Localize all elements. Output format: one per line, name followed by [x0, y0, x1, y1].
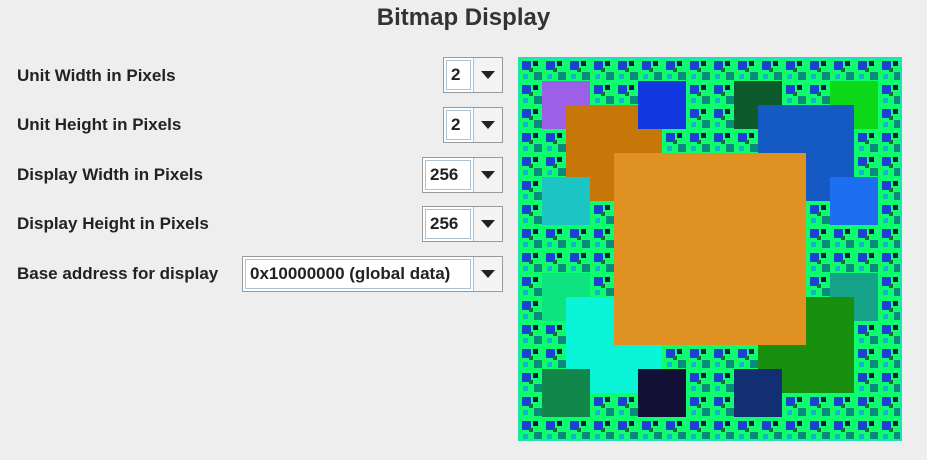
base-address-value: 0x10000000 (global data)	[245, 259, 471, 289]
display-width-label: Display Width in Pixels	[17, 165, 203, 184]
unit-width-value: 2	[446, 60, 471, 90]
chevron-down-icon[interactable]	[473, 257, 502, 291]
bitmap-square	[638, 369, 686, 417]
bitmap-image	[520, 59, 900, 439]
bitmap-square	[542, 369, 590, 417]
unit-height-select[interactable]: 2	[443, 107, 503, 143]
unit-height-label: Unit Height in Pixels	[17, 115, 182, 134]
chevron-down-icon[interactable]	[473, 108, 502, 142]
display-width-value: 256	[425, 160, 471, 190]
display-width-select[interactable]: 256	[422, 157, 503, 193]
chevron-down-icon[interactable]	[473, 158, 502, 192]
bitmap-square	[830, 177, 878, 225]
chevron-down-icon[interactable]	[473, 207, 502, 241]
bitmap-canvas	[518, 57, 902, 441]
bitmap-square	[614, 153, 806, 345]
base-address-label: Base address for display	[17, 264, 219, 283]
bitmap-square	[734, 369, 782, 417]
display-height-value: 256	[425, 209, 471, 239]
chevron-down-icon[interactable]	[473, 58, 502, 92]
base-address-select[interactable]: 0x10000000 (global data)	[242, 256, 503, 292]
unit-width-label: Unit Width in Pixels	[17, 66, 176, 85]
display-height-select[interactable]: 256	[422, 206, 503, 242]
panel-title: Bitmap Display	[376, 4, 551, 31]
bitmap-square	[542, 177, 590, 225]
unit-width-select[interactable]: 2	[443, 57, 503, 93]
display-height-label: Display Height in Pixels	[17, 214, 209, 233]
bitmap-square	[638, 81, 686, 129]
unit-height-value: 2	[446, 110, 471, 140]
